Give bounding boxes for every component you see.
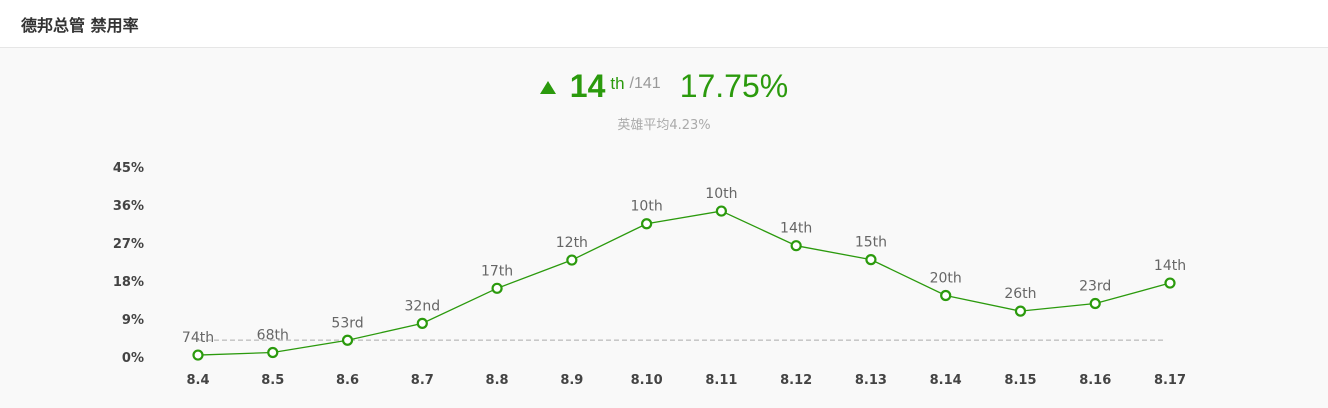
- data-point: [1014, 305, 1027, 317]
- y-tick-label: 18%: [113, 275, 144, 290]
- x-tick-label: 8.9: [560, 373, 583, 388]
- point-rank-label: 12th: [556, 235, 588, 251]
- point-rank-label: 74th: [182, 330, 214, 346]
- point-rank-label: 26th: [1004, 286, 1036, 302]
- point-rank-label: 32nd: [405, 298, 441, 314]
- data-point: [790, 240, 802, 252]
- y-tick-label: 36%: [113, 199, 144, 214]
- data-point: [1089, 297, 1101, 310]
- point-rank-label: 14th: [1154, 258, 1186, 274]
- data-point: [865, 254, 877, 266]
- data-point: [940, 289, 952, 302]
- data-point: [715, 205, 727, 217]
- point-rank-label: 68th: [257, 328, 289, 344]
- x-tick-label: 8.16: [1079, 373, 1111, 388]
- x-tick-label: 8.7: [411, 373, 434, 388]
- point-rank-label: 15th: [855, 235, 887, 251]
- series-line: [197, 210, 1171, 356]
- y-tick-label: 0%: [122, 351, 144, 366]
- x-tick-label: 8.17: [1154, 373, 1186, 388]
- ban-rate-line-chart: 0% 9% 18% 27% 36% 45% 8.4 8.5 8.6 8.7 8.8 8.9 8.10 8.…: [113, 161, 1186, 388]
- x-tick-label: 8.14: [930, 373, 962, 388]
- point-rank-label: 10th: [705, 186, 737, 202]
- data-point: [491, 282, 503, 294]
- data-point: [641, 218, 653, 230]
- y-tick-label: 9%: [122, 313, 144, 328]
- point-rank-label: 14th: [780, 221, 812, 237]
- x-tick-label: 8.13: [855, 373, 887, 388]
- x-tick-label: 8.10: [631, 373, 663, 388]
- x-tick-label: 8.4: [186, 373, 209, 388]
- point-rank-label: 53rd: [331, 315, 363, 331]
- y-tick-label: 45%: [113, 161, 144, 176]
- point-rank-label: 10th: [631, 199, 663, 215]
- x-tick-label: 8.15: [1004, 373, 1036, 388]
- point-rank-label: 20th: [930, 271, 962, 287]
- x-tick-label: 8.6: [336, 373, 359, 388]
- data-point: [416, 317, 428, 329]
- x-tick-label: 8.8: [486, 373, 509, 388]
- data-point: [267, 346, 279, 359]
- point-rank-label: 23rd: [1079, 279, 1111, 295]
- x-tick-label: 8.12: [780, 373, 812, 388]
- data-point: [341, 334, 354, 346]
- y-tick-label: 27%: [113, 237, 144, 252]
- data-point: [192, 349, 204, 361]
- point-rank-label: 17th: [481, 263, 513, 279]
- x-tick-label: 8.5: [261, 373, 284, 388]
- x-tick-label: 8.11: [705, 373, 737, 388]
- data-point: [566, 254, 578, 266]
- data-point: [1164, 277, 1176, 289]
